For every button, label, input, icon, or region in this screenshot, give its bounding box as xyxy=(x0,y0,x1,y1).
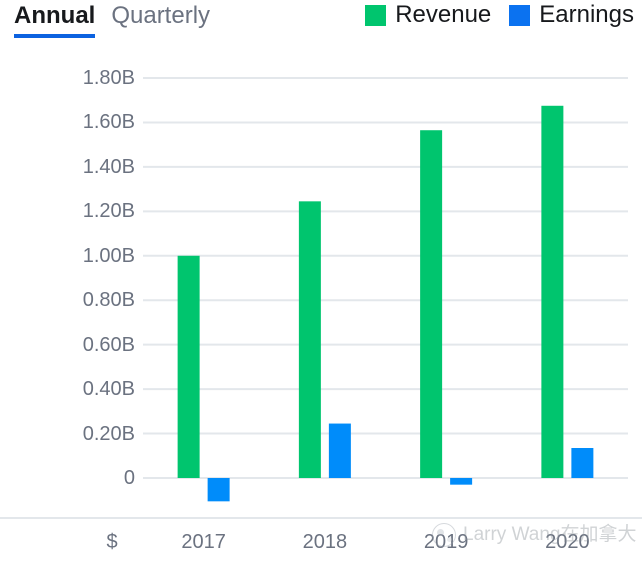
tab-annual[interactable]: Annual xyxy=(14,2,96,38)
tab-annual-label: Annual xyxy=(14,2,96,29)
chart-header: Annual Quarterly Revenue Earnings xyxy=(0,0,642,46)
x-axis-currency-label: $ xyxy=(106,531,118,553)
legend-label-revenue: Revenue xyxy=(395,1,492,28)
x-axis-tick-label-2017: 2017 xyxy=(181,531,226,553)
bar-chart: 1.80B 1.60B 1.40B 1.20B 1.00B 0.80B 0.60B 0.40B… xyxy=(0,46,642,572)
tab-quarterly-label: Quarterly xyxy=(111,2,211,29)
legend-swatch-revenue-icon xyxy=(365,4,387,26)
legend-label-earnings: Earnings xyxy=(539,1,634,28)
legend-item-earnings[interactable]: Earnings xyxy=(509,2,634,28)
tab-quarterly[interactable]: Quarterly xyxy=(111,2,210,34)
x-axis-tick-label-2020: 2020 xyxy=(545,531,590,553)
chart-legend: Revenue Earnings xyxy=(347,2,634,28)
x-axis-tick-label-2018: 2018 xyxy=(302,531,348,553)
x-axis-labels: $2017 2018 2019 2020 xyxy=(0,46,642,572)
legend-swatch-earnings-icon xyxy=(509,4,531,26)
period-tabs: Annual Quarterly xyxy=(14,2,210,38)
legend-item-revenue[interactable]: Revenue xyxy=(365,2,491,28)
x-axis-tick-label-2019: 2019 xyxy=(423,531,469,553)
